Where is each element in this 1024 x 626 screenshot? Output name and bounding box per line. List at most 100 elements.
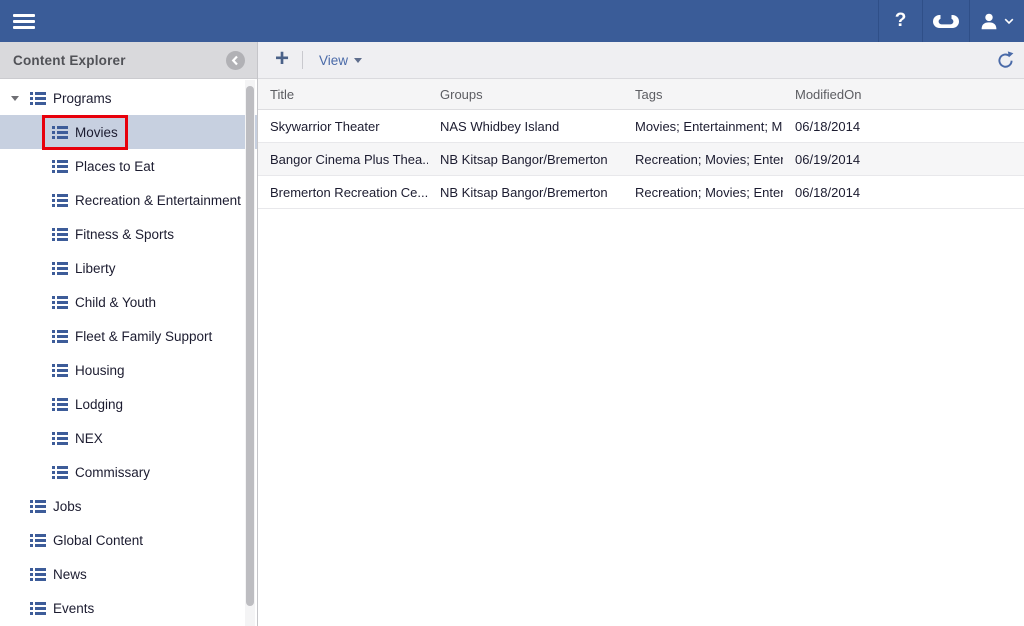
annotation-highlight: Movies: [45, 118, 125, 147]
cell-title: Skywarrior Theater: [258, 119, 428, 134]
column-header-modifiedon[interactable]: ModifiedOn: [783, 87, 1024, 102]
view-dropdown-label: View: [319, 53, 348, 68]
tree-item-label: Events: [53, 601, 94, 616]
content-list-icon: [30, 602, 46, 615]
content-tree: Programs Movies: [0, 79, 257, 626]
menu-hamburger-icon[interactable]: [13, 14, 35, 29]
content-list-icon: [52, 364, 68, 377]
cell-tags: Recreation; Movies; Enter...: [623, 185, 783, 200]
tree-item-label: Child & Youth: [75, 295, 156, 310]
cell-modified-on: 06/19/2014: [783, 152, 1024, 167]
cell-groups: NB Kitsap Bangor/Bremerton: [428, 152, 623, 167]
chevron-left-icon: [230, 55, 241, 66]
tree-item-label: Programs: [53, 91, 112, 106]
tree-item-label: Fitness & Sports: [75, 227, 174, 242]
tree-item-programs[interactable]: Programs: [0, 81, 257, 115]
sidebar-scrollbar-thumb[interactable]: [246, 86, 254, 606]
tree-item-label: Housing: [75, 363, 125, 378]
table-row[interactable]: Bangor Cinema Plus Thea... NB Kitsap Ban…: [258, 143, 1024, 176]
cell-tags: Recreation; Movies; Enter...: [623, 152, 783, 167]
content-list-icon: [52, 262, 68, 275]
tree-item-jobs[interactable]: Jobs: [0, 489, 257, 523]
expand-caret-icon[interactable]: [7, 96, 23, 101]
cell-groups: NB Kitsap Bangor/Bremerton: [428, 185, 623, 200]
content-list-icon: [30, 568, 46, 581]
cell-title: Bremerton Recreation Ce...: [258, 185, 428, 200]
content-list-icon: [52, 296, 68, 309]
app-window: ?: [0, 0, 1024, 626]
phone-handset-icon: [933, 15, 959, 28]
main-content: + View TitleGroupsTagsModifiedOn: [258, 42, 1024, 626]
grid-body: Skywarrior Theater NAS Whidbey Island Mo…: [258, 110, 1024, 209]
chevron-down-icon: [1004, 12, 1014, 30]
tree-item-label: Places to Eat: [75, 159, 155, 174]
tree-item-label: Movies: [75, 125, 118, 140]
tree-item-label: NEX: [75, 431, 103, 446]
tree-item-fitness-sports[interactable]: Fitness & Sports: [0, 217, 257, 251]
cell-modified-on: 06/18/2014: [783, 185, 1024, 200]
content-list-icon: [52, 330, 68, 343]
content-list-icon: [52, 194, 68, 207]
cell-tags: Movies; Entertainment; M...: [623, 119, 783, 134]
toolbar: + View: [258, 42, 1024, 79]
column-header-groups[interactable]: Groups: [428, 87, 623, 102]
tree-item-nex[interactable]: NEX: [0, 421, 257, 455]
tree-item-label: Liberty: [75, 261, 116, 276]
topbar: ?: [0, 0, 1024, 42]
content-list-icon: [52, 398, 68, 411]
phone-button[interactable]: [922, 0, 969, 42]
view-dropdown[interactable]: View: [319, 53, 362, 68]
refresh-icon: [996, 51, 1015, 70]
chevron-down-icon: [354, 58, 362, 63]
grid-header-row: TitleGroupsTagsModifiedOn: [258, 79, 1024, 110]
sidebar-scrollbar-track[interactable]: [245, 80, 255, 626]
table-row[interactable]: Skywarrior Theater NAS Whidbey Island Mo…: [258, 110, 1024, 143]
content-list-icon: [52, 432, 68, 445]
cell-modified-on: 06/18/2014: [783, 119, 1024, 134]
sidebar-title: Content Explorer: [13, 53, 126, 68]
sidebar: Content Explorer: [0, 42, 258, 626]
refresh-button[interactable]: [996, 51, 1015, 70]
tree-item-label: Commissary: [75, 465, 150, 480]
tree-item-liberty[interactable]: Liberty: [0, 251, 257, 285]
toolbar-divider: [302, 51, 303, 69]
tree-item-label: News: [53, 567, 87, 582]
tree-item-label: Global Content: [53, 533, 143, 548]
tree-item-commissary[interactable]: Commissary: [0, 455, 257, 489]
tree-item-recreation-entertainment[interactable]: Recreation & Entertainment: [0, 183, 257, 217]
column-header-title[interactable]: Title: [258, 87, 428, 102]
tree-item-news[interactable]: News: [0, 557, 257, 591]
tree-item-child-youth[interactable]: Child & Youth: [0, 285, 257, 319]
content-list-icon: [52, 126, 68, 139]
content-list-icon: [52, 228, 68, 241]
content-list-icon: [52, 160, 68, 173]
person-icon: [980, 13, 999, 30]
cell-groups: NAS Whidbey Island: [428, 119, 623, 134]
table-row[interactable]: Bremerton Recreation Ce... NB Kitsap Ban…: [258, 176, 1024, 209]
tree-item-label: Jobs: [53, 499, 82, 514]
content-list-icon: [30, 534, 46, 547]
tree-item-label: Fleet & Family Support: [75, 329, 212, 344]
content-list-icon: [30, 92, 46, 105]
sidebar-collapse-button[interactable]: [226, 51, 245, 70]
user-menu-button[interactable]: [969, 0, 1024, 42]
sidebar-header: Content Explorer: [0, 42, 257, 79]
help-icon: ?: [895, 10, 907, 32]
results-grid: TitleGroupsTagsModifiedOn Skywarrior The…: [258, 79, 1024, 626]
add-button[interactable]: +: [275, 49, 289, 71]
tree-item-lodging[interactable]: Lodging: [0, 387, 257, 421]
content-list-icon: [30, 500, 46, 513]
content-list-icon: [52, 466, 68, 479]
tree-item-global-content[interactable]: Global Content: [0, 523, 257, 557]
tree-item-movies[interactable]: Movies: [0, 115, 257, 149]
tree-item-label: Lodging: [75, 397, 123, 412]
topbar-actions: ?: [878, 0, 1024, 42]
tree-item-label: Recreation & Entertainment: [75, 193, 241, 208]
tree-item-places-to-eat[interactable]: Places to Eat: [0, 149, 257, 183]
column-header-tags[interactable]: Tags: [623, 87, 783, 102]
tree-item-events[interactable]: Events: [0, 591, 257, 625]
tree-item-housing[interactable]: Housing: [0, 353, 257, 387]
help-button[interactable]: ?: [878, 0, 922, 42]
tree-item-fleet-family-support[interactable]: Fleet & Family Support: [0, 319, 257, 353]
cell-title: Bangor Cinema Plus Thea...: [258, 152, 428, 167]
